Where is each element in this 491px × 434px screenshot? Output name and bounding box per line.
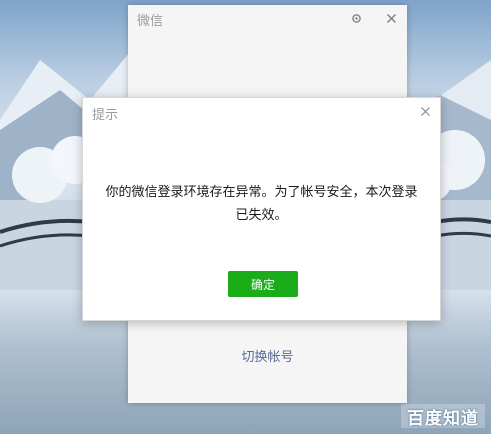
confirm-button[interactable]: 确定 bbox=[228, 271, 298, 297]
switch-account-link[interactable]: 切换帐号 bbox=[128, 346, 407, 365]
dialog-title: 提示 bbox=[92, 107, 119, 123]
gear-icon[interactable] bbox=[351, 13, 362, 24]
dialog-titlebar[interactable]: 提示 bbox=[83, 98, 440, 128]
close-icon[interactable] bbox=[386, 13, 397, 24]
dialog-message: 你的微信登录环境存在异常。为了帐号安全，本次登录已失效。 bbox=[105, 185, 418, 223]
wechat-titlebar[interactable]: 微信 bbox=[128, 5, 407, 33]
prompt-dialog: 提示 你的微信登录环境存在异常。为了帐号安全，本次登录已失效。 确定 bbox=[82, 97, 441, 321]
watermark-logo: 百度知道 bbox=[401, 404, 485, 429]
wechat-window-title: 微信 bbox=[137, 13, 164, 29]
close-icon[interactable] bbox=[420, 106, 431, 117]
